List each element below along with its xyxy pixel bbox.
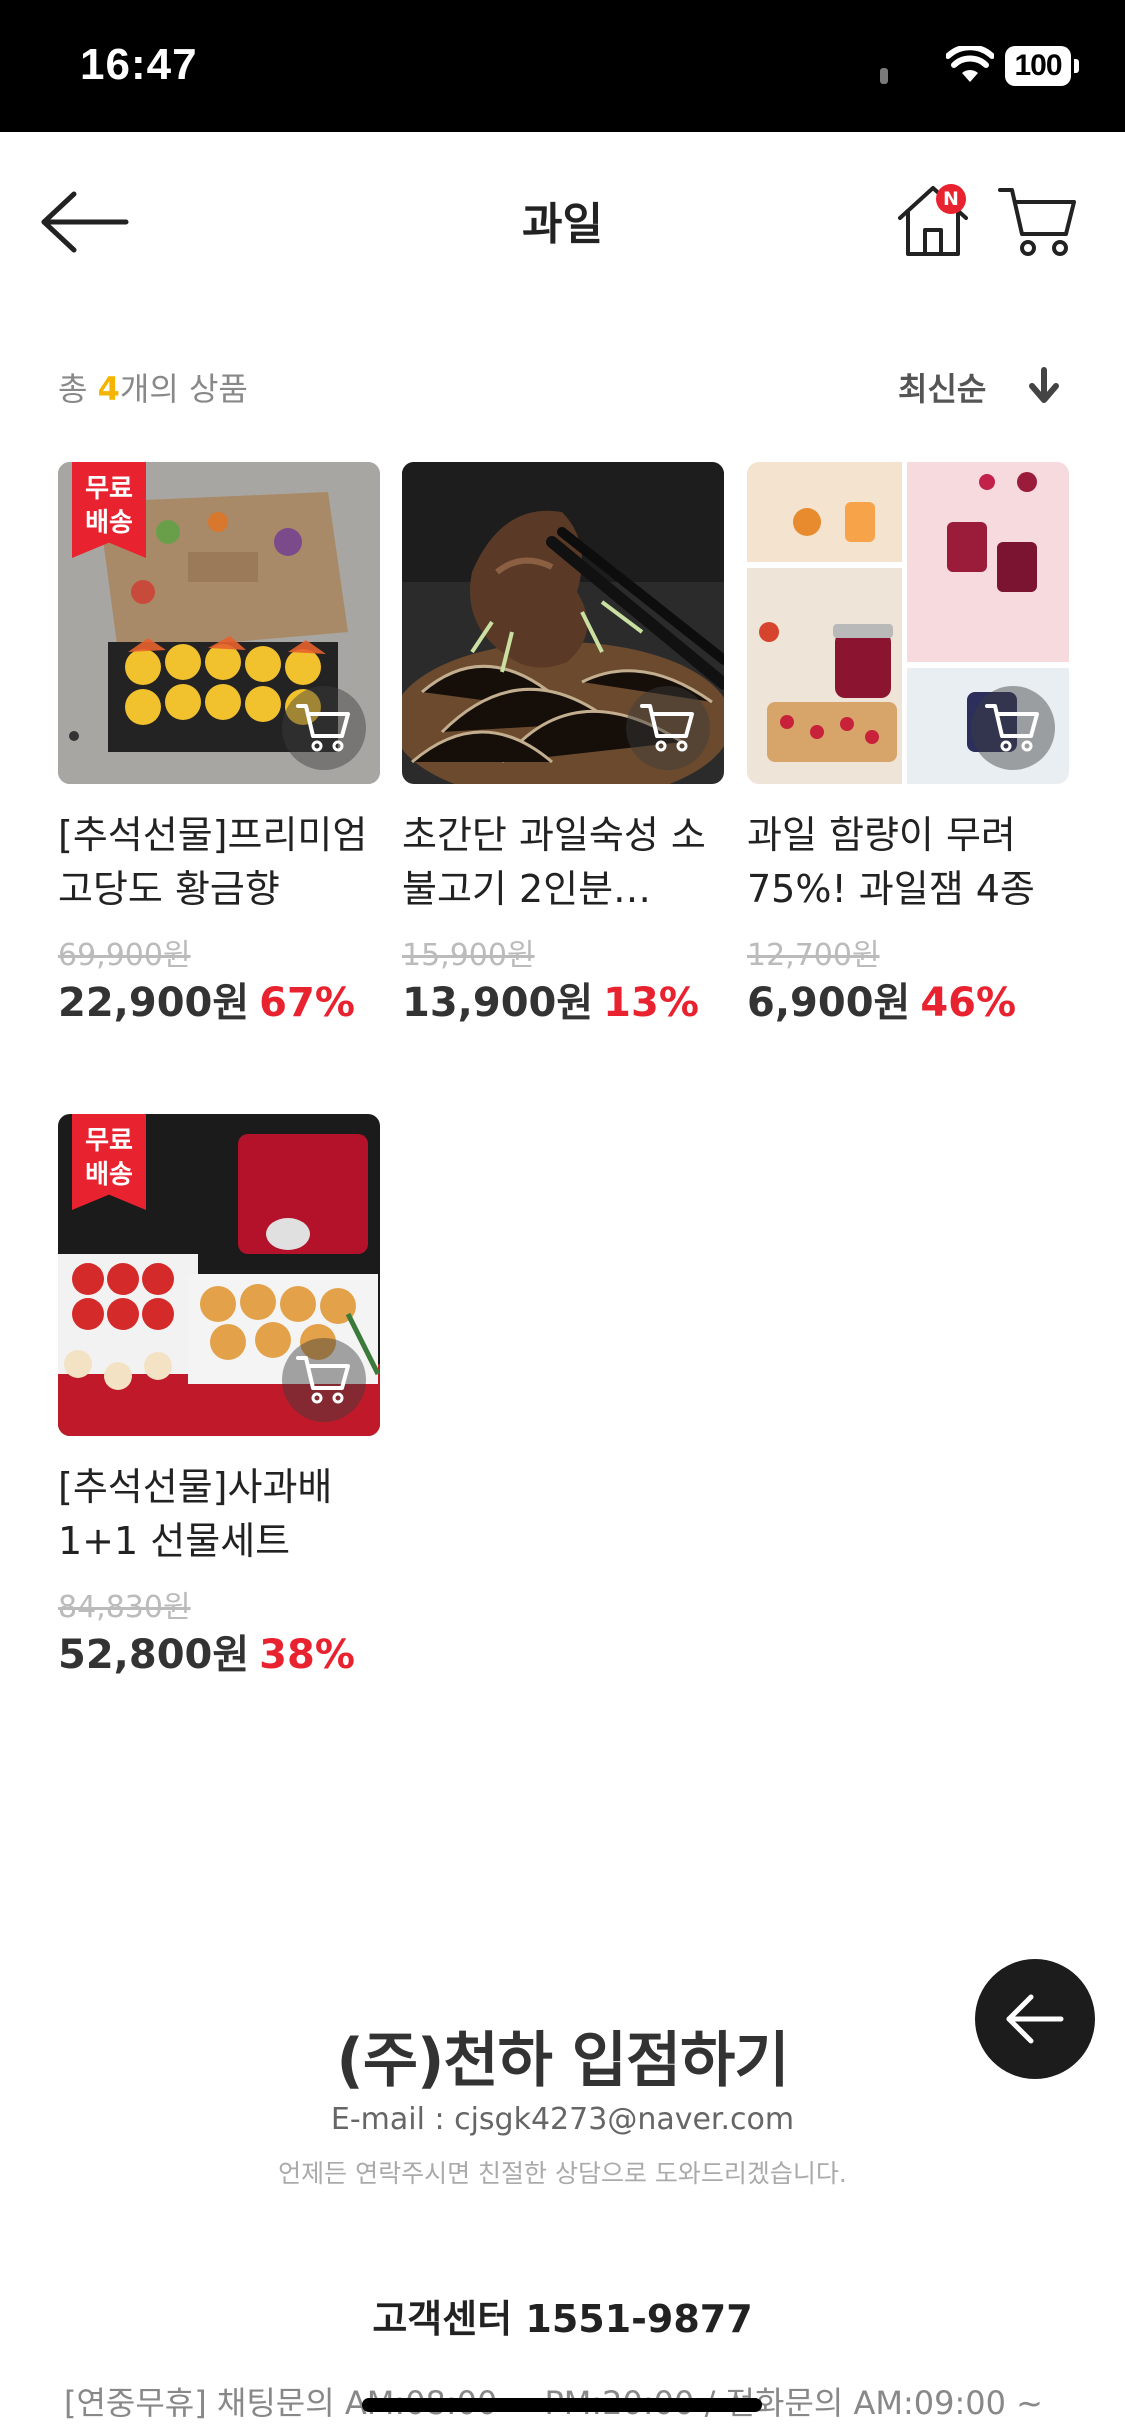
product-image <box>747 462 1069 784</box>
signal-indicator-icon <box>880 68 888 84</box>
sale-price-row: 6,900원 46% <box>747 970 1016 1028</box>
home-indicator <box>362 2398 762 2412</box>
add-to-cart-button[interactable] <box>282 686 366 770</box>
sale-price-row: 52,800원 38% <box>58 1622 355 1680</box>
product-card[interactable]: 무료 배송 [추석선물]프리미엄 고당도 황금향 69,900원 22,900원 6… <box>58 462 380 1042</box>
discount-rate: 13% <box>603 980 699 1026</box>
product-name: [추석선물]프리미엄 고당도 황금향 <box>58 813 368 911</box>
add-to-cart-button[interactable] <box>971 686 1055 770</box>
cart-icon <box>985 704 1039 752</box>
product-card[interactable]: 무료 배송 [추석선물]사과배 1+1 선물세트 84,830원 52,800원 3… <box>58 1114 380 1694</box>
footer-email[interactable]: E-mail : cjsgk4273@naver.com <box>0 2102 1125 2137</box>
notification-badge: N <box>936 184 966 214</box>
cart-icon <box>640 704 694 752</box>
sort-dropdown[interactable]: 최신순 <box>898 362 1068 408</box>
customer-center-phone[interactable]: 고객센터 1551-9877 <box>0 2288 1125 2343</box>
product-list-screen: 16:47 100 과일 N 총 4개의 상품 최신순 무료 배송 [추석선물]… <box>0 0 1125 2436</box>
sort-label: 최신순 <box>898 370 987 408</box>
product-image: 무료 배송 <box>58 1114 380 1436</box>
sort-arrow-icon <box>1029 367 1059 403</box>
count-prefix: 총 <box>58 370 98 408</box>
sale-price: 52,800원 <box>58 1632 250 1678</box>
footer-note: 언제든 연락주시면 친절한 상담으로 도와드리겠습니다. <box>278 2159 847 2188</box>
product-image: 무료 배송 <box>58 462 380 784</box>
sale-price: 6,900원 <box>747 980 911 1026</box>
original-price: 15,900원 <box>402 938 535 973</box>
status-bar: 16:47 100 <box>0 0 1125 132</box>
cart-icon[interactable] <box>998 184 1078 260</box>
product-count: 총 4개의 상품 <box>58 364 248 410</box>
add-to-cart-button[interactable] <box>626 686 710 770</box>
sale-price-row: 13,900원 13% <box>402 970 699 1028</box>
original-price: 12,700원 <box>747 938 880 973</box>
cart-icon <box>296 704 350 752</box>
discount-rate: 38% <box>259 1632 355 1678</box>
wifi-icon <box>946 46 994 82</box>
product-name: [추석선물]사과배 1+1 선물세트 <box>58 1465 333 1563</box>
product-image <box>402 462 724 784</box>
product-card[interactable]: 초간단 과일숙성 소불고기 2인분… 15,900원 13,900원 13% <box>402 462 724 1042</box>
battery-level: 100 <box>1005 46 1071 86</box>
original-price: 69,900원 <box>58 938 191 973</box>
status-time: 16:47 <box>80 40 198 89</box>
count-suffix: 개의 상품 <box>119 370 248 408</box>
product-card[interactable]: 과일 함량이 무려 75%! 과일잼 4종 12,700원 6,900원 46% <box>747 462 1069 1042</box>
original-price: 84,830원 <box>58 1590 191 1625</box>
add-to-cart-button[interactable] <box>282 1338 366 1422</box>
count-number: 4 <box>97 370 120 408</box>
footer-title[interactable]: (주)천하 입점하기 <box>0 2012 1125 2099</box>
sale-price: 13,900원 <box>402 980 594 1026</box>
sale-price: 22,900원 <box>58 980 250 1026</box>
product-name: 초간단 과일숙성 소불고기 2인분… <box>402 813 706 911</box>
cart-icon <box>296 1356 350 1404</box>
discount-rate: 46% <box>920 980 1017 1026</box>
discount-rate: 67% <box>259 980 355 1026</box>
battery-icon: 100 <box>1005 46 1081 86</box>
product-name: 과일 함량이 무려 75%! 과일잼 4종 <box>747 813 1035 911</box>
sale-price-row: 22,900원 67% <box>58 970 355 1028</box>
